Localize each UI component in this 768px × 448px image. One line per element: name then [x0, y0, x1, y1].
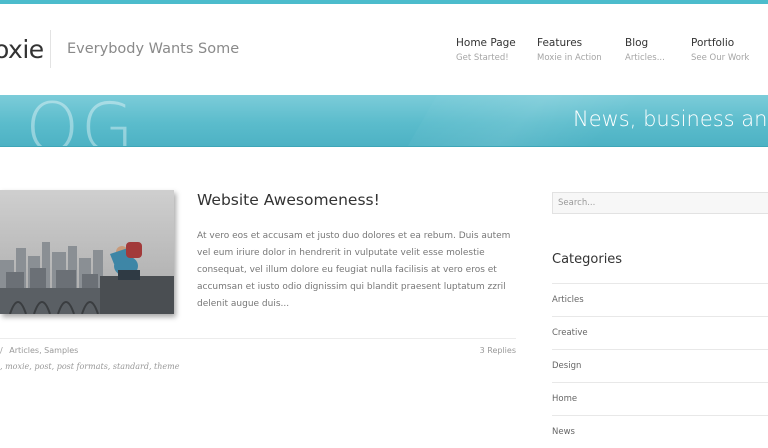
categories-list: Articles Creative Design Home News: [552, 283, 768, 448]
page-banner: LOG News, business and m: [0, 95, 768, 147]
post-divider: [0, 338, 516, 339]
site-logo[interactable]: oxie: [0, 35, 44, 64]
category-design[interactable]: Design: [552, 349, 768, 382]
search-input[interactable]: [552, 192, 768, 214]
post-title[interactable]: Website Awesomeness!: [197, 191, 380, 209]
city-rooftop-photo: [0, 190, 174, 314]
nav-blog[interactable]: Blog Articles...: [625, 37, 665, 63]
top-accent-bar: [0, 0, 768, 4]
nav-home[interactable]: Home Page Get Started!: [456, 37, 516, 63]
logo-divider: [50, 30, 51, 68]
nav-features-subtitle: Moxie in Action: [537, 53, 602, 63]
banner-slogan: News, business and m: [573, 107, 768, 131]
nav-portfolio-subtitle: See Our Work: [691, 53, 750, 63]
meta-separator: /: [0, 346, 3, 355]
post-meta: / Articles, Samples: [0, 346, 82, 355]
category-articles[interactable]: Articles: [552, 283, 768, 316]
nav-blog-subtitle: Articles...: [625, 53, 665, 63]
categories-heading: Categories: [552, 252, 623, 267]
nav-portfolio-title: Portfolio: [691, 37, 735, 49]
site-tagline: Everybody Wants Some: [67, 41, 240, 57]
post-featured-image[interactable]: [0, 190, 174, 314]
post-tags[interactable]: , moxie, post, post formats, standard, t…: [0, 362, 179, 371]
post-categories[interactable]: Articles, Samples: [9, 346, 78, 355]
nav-features-title: Features: [537, 37, 583, 49]
category-creative[interactable]: Creative: [552, 316, 768, 349]
nav-features[interactable]: Features Moxie in Action: [537, 37, 602, 63]
nav-home-title: Home Page: [456, 37, 516, 49]
nav-home-subtitle: Get Started!: [456, 53, 509, 63]
post-replies-link[interactable]: 3 Replies: [480, 346, 516, 355]
nav-portfolio[interactable]: Portfolio See Our Work: [691, 37, 749, 63]
nav-blog-title: Blog: [625, 37, 649, 49]
post-excerpt: At vero eos et accusam et justo duo dolo…: [197, 231, 511, 309]
category-home[interactable]: Home: [552, 382, 768, 415]
banner-title: LOG: [0, 95, 136, 147]
